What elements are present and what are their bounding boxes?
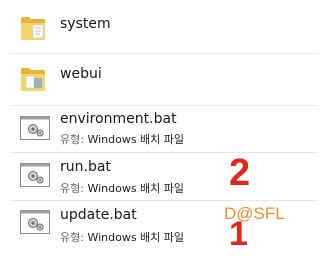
file-name: update.bat	[60, 207, 137, 223]
file-type-meta: 유형: Windows 배치 파일	[60, 180, 184, 196]
file-type-meta: 유형: Windows 배치 파일	[60, 229, 184, 245]
file-type-label: 유형:	[60, 231, 84, 244]
batch-file-icon	[20, 210, 50, 238]
file-item-environment-bat[interactable]: environment.bat 유형: Windows 배치 파일	[10, 106, 318, 150]
folder-icon	[20, 13, 46, 45]
file-item-system[interactable]: system	[10, 4, 318, 52]
batch-file-icon	[20, 116, 50, 144]
file-type-value: Windows 배치 파일	[87, 133, 185, 146]
file-type-label: 유형:	[60, 133, 84, 146]
file-name: environment.bat	[60, 111, 177, 127]
file-type-meta: 유형: Windows 배치 파일	[60, 131, 184, 147]
annotation-step-2: 2	[229, 152, 251, 194]
file-name: run.bat	[60, 159, 111, 175]
annotation-step-1: 1	[229, 215, 248, 253]
file-item-webui[interactable]: webui	[10, 54, 318, 102]
file-item-run-bat[interactable]: run.bat 유형: Windows 배치 파일	[10, 153, 318, 199]
batch-file-icon	[20, 163, 50, 191]
file-type-label: 유형:	[60, 182, 84, 195]
folder-icon	[20, 64, 46, 96]
file-type-value: Windows 배치 파일	[87, 182, 185, 195]
file-type-value: Windows 배치 파일	[87, 231, 185, 244]
file-name: webui	[60, 66, 102, 82]
file-name: system	[60, 16, 111, 32]
